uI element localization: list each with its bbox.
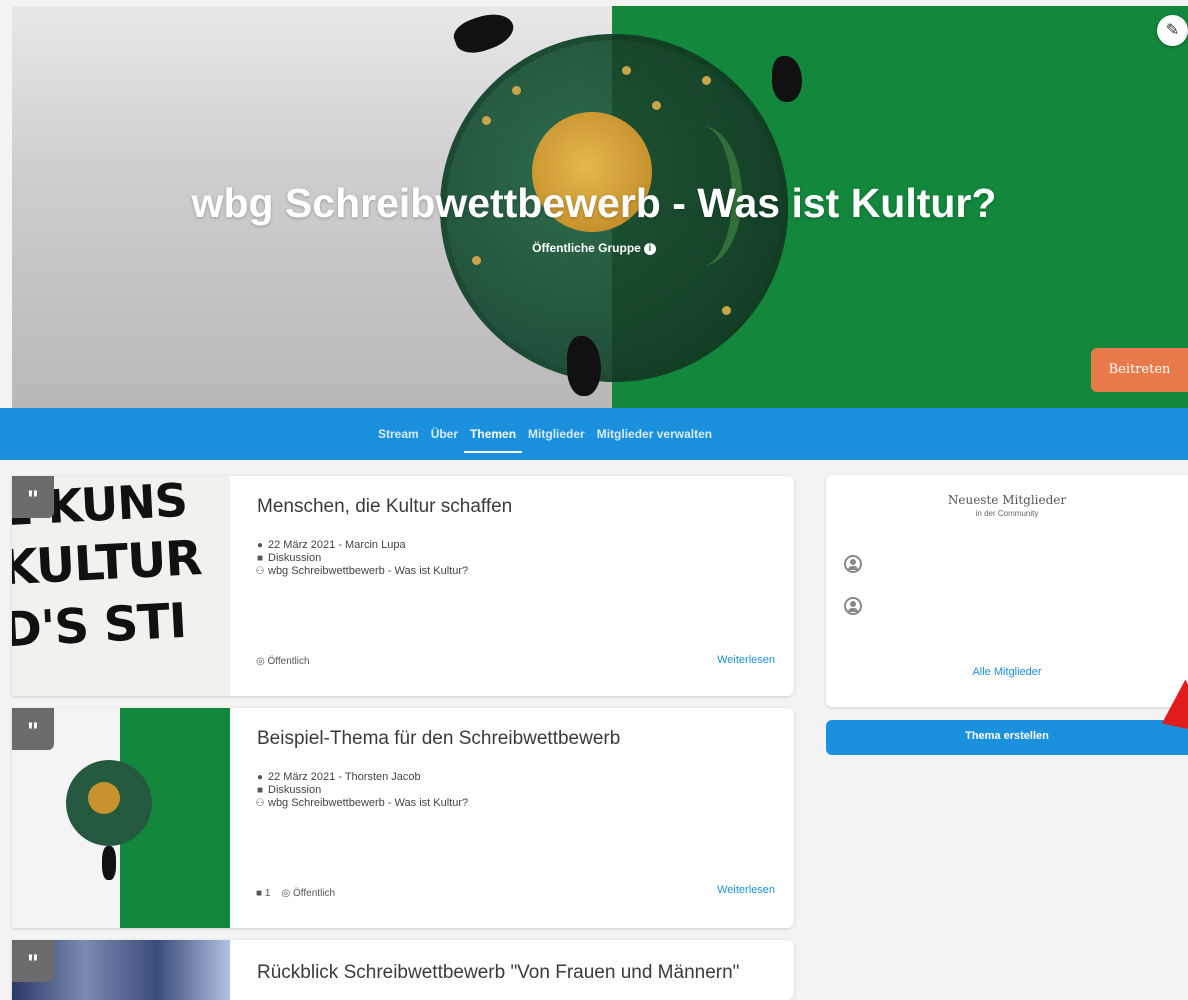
discussion-icon: ■: [256, 553, 264, 564]
topic-title[interactable]: Rückblick Schreibwettbewerb "Von Frauen …: [257, 962, 739, 984]
globe-icon: ◎: [281, 888, 291, 899]
comment-count: 1: [264, 888, 271, 899]
newest-members-widget: Neueste Mitglieder in der Community Alle…: [826, 475, 1188, 707]
widget-subtitle: in der Community: [975, 509, 1039, 518]
topic-group[interactable]: wbg Schreibwettbewerb - Was ist Kultur?: [268, 797, 468, 809]
poster-word: D'S STI: [12, 592, 188, 659]
rat-figure: [772, 56, 802, 102]
topic-card[interactable]: E KUNS KULTUR D'S STI " Menschen, die Ku…: [12, 476, 794, 696]
sky-disk-star: [472, 256, 481, 265]
thumb-sun: [88, 782, 120, 814]
sky-disk-star: [622, 66, 631, 75]
group-title: wbg Schreibwettbewerb - Was ist Kultur?: [191, 180, 997, 226]
widget-title: Neueste Mitglieder: [947, 493, 1067, 507]
topic-title[interactable]: Menschen, die Kultur schaffen: [257, 496, 512, 518]
topic-visibility: ◎ Öffentlich: [256, 656, 310, 667]
topic-title[interactable]: Beispiel-Thema für den Schreibwettbewerb: [257, 728, 620, 750]
sky-disk-star: [512, 86, 521, 95]
member-avatar-icon[interactable]: [844, 555, 862, 573]
topic-card[interactable]: " Rückblick Schreibwettbewerb "Von Fraue…: [12, 940, 794, 1000]
topic-date-author: 22 März 2021 - Thorsten Jacob: [268, 771, 421, 783]
sky-disk-star: [702, 76, 711, 85]
quote-icon: ": [12, 940, 54, 982]
discussion-icon: ■: [256, 785, 264, 796]
topic-visibility-label: Öffentlich: [293, 888, 336, 899]
tab-members[interactable]: Mitglieder: [522, 408, 591, 460]
read-more-link[interactable]: Weiterlesen: [717, 884, 775, 896]
topic-type: Diskussion: [268, 552, 322, 564]
edit-pencil-icon[interactable]: ✎: [1157, 15, 1188, 46]
all-members-link[interactable]: Alle Mitglieder: [826, 666, 1188, 678]
info-icon[interactable]: i: [643, 242, 656, 255]
topic-footer: ■ 1 ◎ Öffentlich: [256, 888, 335, 899]
user-icon: ●: [256, 540, 264, 551]
topic-meta: ● 22 März 2021 - Marcin Lupa ■ Diskussion …: [252, 539, 469, 578]
member-avatar-icon[interactable]: [844, 597, 862, 615]
sky-disk-star: [482, 116, 491, 125]
topic-card[interactable]: " Beispiel-Thema für den Schreibwettbewe…: [12, 708, 794, 928]
topic-group[interactable]: wbg Schreibwettbewerb - Was ist Kultur?: [268, 565, 468, 577]
poster-word: KULTUR: [12, 530, 203, 597]
globe-icon: ◎: [256, 656, 265, 667]
comment-icon: ■: [256, 888, 263, 899]
topic-visibility-label: Öffentlich: [267, 656, 310, 667]
tab-stream[interactable]: Stream: [372, 408, 425, 460]
group-visibility-label: Öffentliche Gruppe: [532, 241, 641, 255]
group-icon: ⚇: [255, 798, 265, 809]
topic-type: Diskussion: [268, 784, 322, 796]
sky-disk-star: [652, 101, 661, 110]
tab-manage-members[interactable]: Mitglieder verwalten: [591, 408, 718, 460]
create-topic-button[interactable]: Thema erstellen: [826, 720, 1188, 755]
thumb-rat: [102, 846, 116, 880]
user-icon: ●: [256, 772, 264, 783]
tab-about[interactable]: Über: [425, 408, 464, 460]
topic-date-author: 22 März 2021 - Marcin Lupa: [268, 539, 406, 551]
read-more-link[interactable]: Weiterlesen: [717, 654, 775, 666]
quote-icon: ": [12, 476, 54, 518]
tab-topics[interactable]: Themen: [464, 408, 523, 460]
group-nav-bar: Stream Über Themen Mitglieder Mitglieder…: [0, 408, 1188, 460]
group-icon: ⚇: [255, 566, 265, 577]
join-button[interactable]: Beitreten: [1091, 348, 1188, 392]
group-visibility: Öffentliche Gruppe i: [0, 241, 1188, 255]
sky-disk-star: [722, 306, 731, 315]
quote-icon: ": [12, 708, 54, 750]
topic-meta: ● 22 März 2021 - Thorsten Jacob ■ Diskussi…: [252, 771, 469, 810]
